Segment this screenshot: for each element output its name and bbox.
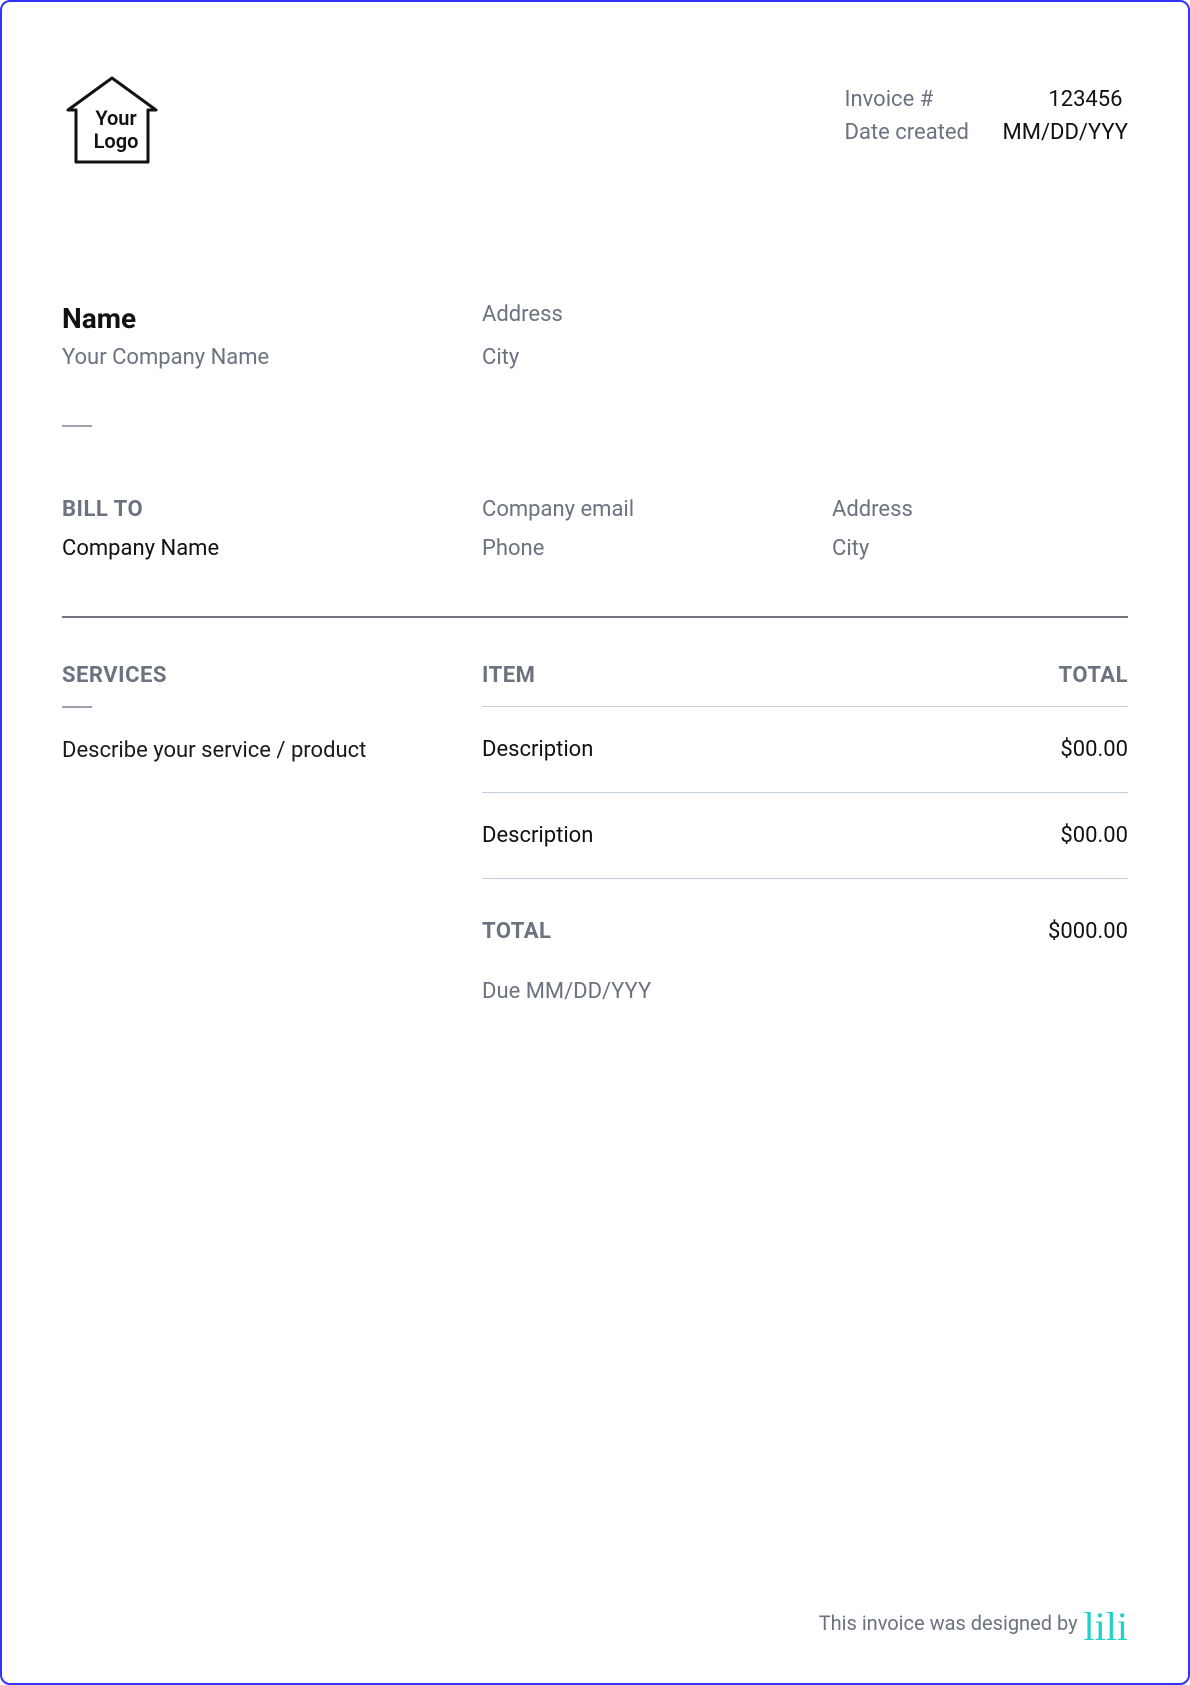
services-heading: SERVICES (62, 663, 462, 688)
bill-to-phone: Phone (482, 536, 812, 561)
sender-name-label: Name (62, 302, 462, 335)
col-item-label: ITEM (482, 663, 535, 688)
bill-to-email: Company email (482, 497, 812, 522)
header: Your Logo Invoice # 123456 Date created … (62, 72, 1128, 172)
bill-to-block: BILL TO Company email Address Company Na… (62, 497, 1128, 561)
bill-to-heading: BILL TO (62, 497, 462, 522)
bill-to-company: Company Name (62, 536, 462, 561)
logo-line2: Logo (94, 129, 139, 153)
item-desc: Description (482, 737, 593, 762)
total-value: $000.00 (1048, 919, 1128, 944)
line-item: Description $00.00 (482, 707, 1128, 793)
items-header: ITEM TOTAL (482, 663, 1128, 707)
short-divider (62, 425, 92, 427)
item-desc: Description (482, 823, 593, 848)
logo-line1: Your (95, 106, 136, 130)
item-amount: $00.00 (1060, 737, 1128, 762)
total-label: TOTAL (482, 919, 551, 944)
due-line: Due MM/DD/YYY (482, 979, 1128, 1004)
date-created-value: MM/DD/YYY (1003, 120, 1128, 145)
bill-to-city: City (832, 536, 1128, 561)
services-column: SERVICES Describe your service / product (62, 663, 462, 1004)
services-items: SERVICES Describe your service / product… (62, 663, 1128, 1004)
sender-block: Name Address Your Company Name City (62, 302, 1128, 370)
sender-company: Your Company Name (62, 345, 462, 370)
invoice-meta: Invoice # 123456 Date created MM/DD/YYY (845, 87, 1128, 153)
brand-logo: lili (1084, 1607, 1128, 1647)
item-amount: $00.00 (1060, 823, 1128, 848)
sender-address: Address (482, 302, 795, 335)
meta-date-row: Date created MM/DD/YYY (845, 120, 1128, 145)
line-item: Description $00.00 (482, 793, 1128, 879)
col-total-label: TOTAL (1059, 663, 1128, 688)
footer-text: This invoice was designed by (819, 1611, 1078, 1635)
short-divider-2 (62, 706, 92, 708)
logo-placeholder: Your Logo (62, 72, 162, 172)
sender-city: City (482, 345, 795, 370)
logo-text: Your Logo (72, 107, 160, 153)
footer: This invoice was designed by lili (819, 1603, 1128, 1643)
bill-to-address: Address (832, 497, 1128, 522)
invoice-number-label: Invoice # (845, 87, 985, 112)
invoice-number-value: 123456 (1003, 87, 1123, 112)
service-description: Describe your service / product (62, 738, 462, 763)
date-created-label: Date created (845, 120, 985, 145)
full-divider (62, 616, 1128, 618)
total-row: TOTAL $000.00 (482, 879, 1128, 954)
invoice-page: Your Logo Invoice # 123456 Date created … (0, 0, 1190, 1685)
items-column: ITEM TOTAL Description $00.00 Descriptio… (482, 663, 1128, 1004)
meta-invoice-row: Invoice # 123456 (845, 87, 1128, 112)
